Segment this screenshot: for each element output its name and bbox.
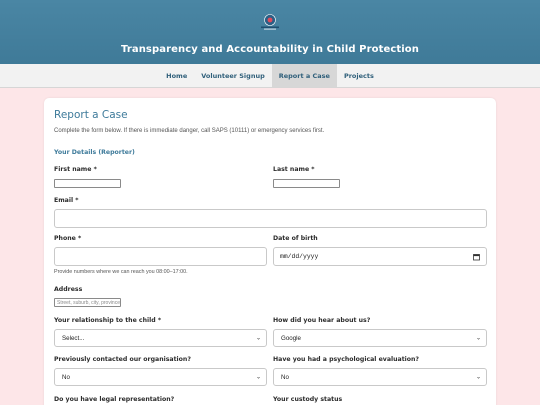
phone-hint: Provide numbers where we can reach you 0…	[54, 269, 188, 275]
nav-projects[interactable]: Projects	[337, 64, 381, 87]
heard-label: How did you hear about us?	[273, 317, 371, 324]
organisation-logo-icon[interactable]	[258, 13, 282, 31]
report-form-card: Report a Case Complete the form below. I…	[44, 98, 496, 405]
dob-label: Date of birth	[273, 235, 318, 242]
last-name-label: Last name *	[273, 166, 315, 173]
chevron-down-icon: ⌄	[255, 374, 261, 381]
first-name-label: First name *	[54, 166, 97, 173]
email-input[interactable]	[54, 209, 487, 228]
form-title: Report a Case	[54, 109, 128, 121]
relationship-select[interactable]: Select... ⌄	[54, 329, 267, 347]
contacted-select[interactable]: No ⌄	[54, 368, 267, 386]
relationship-value: Select...	[62, 334, 85, 342]
last-name-input[interactable]	[273, 179, 340, 188]
custody-label: Your custody status	[273, 396, 343, 403]
section-title-reporter: Your Details (Reporter)	[54, 149, 135, 156]
contacted-value: No	[62, 373, 70, 381]
main-nav: Home Volunteer Signup Report a Case Proj…	[0, 64, 540, 88]
address-label: Address	[54, 286, 83, 293]
calendar-icon[interactable]	[473, 253, 480, 260]
nav-home[interactable]: Home	[159, 64, 194, 87]
contacted-label: Previously contacted our organisation?	[54, 356, 191, 363]
first-name-input[interactable]	[54, 179, 121, 188]
relationship-label: Your relationship to the child *	[54, 317, 162, 324]
nav-report-a-case[interactable]: Report a Case	[271, 64, 337, 87]
phone-label: Phone *	[54, 235, 82, 242]
heard-value: Google	[281, 334, 301, 342]
phone-input[interactable]	[54, 247, 267, 266]
form-intro: Complete the form below. If there is imm…	[54, 128, 325, 134]
address-input[interactable]: Street, suburb, city, province	[54, 298, 121, 307]
psych-label: Have you had a psychological evaluation?	[273, 356, 420, 363]
dob-input[interactable]: mm/dd/yyyy	[273, 247, 487, 266]
email-label: Email *	[54, 197, 79, 204]
psych-select[interactable]: No ⌄	[273, 368, 487, 386]
psych-value: No	[281, 373, 289, 381]
chevron-down-icon: ⌄	[255, 335, 261, 342]
nav-volunteer-signup[interactable]: Volunteer Signup	[194, 64, 272, 87]
site-title: Transparency and Accountability in Child…	[121, 44, 419, 55]
chevron-down-icon: ⌄	[475, 335, 481, 342]
chevron-down-icon: ⌄	[475, 374, 481, 381]
site-header: Transparency and Accountability in Child…	[0, 0, 540, 64]
heard-select[interactable]: Google ⌄	[273, 329, 487, 347]
legal-label: Do you have legal representation?	[54, 396, 175, 403]
dob-placeholder: mm/dd/yyyy	[280, 253, 319, 260]
